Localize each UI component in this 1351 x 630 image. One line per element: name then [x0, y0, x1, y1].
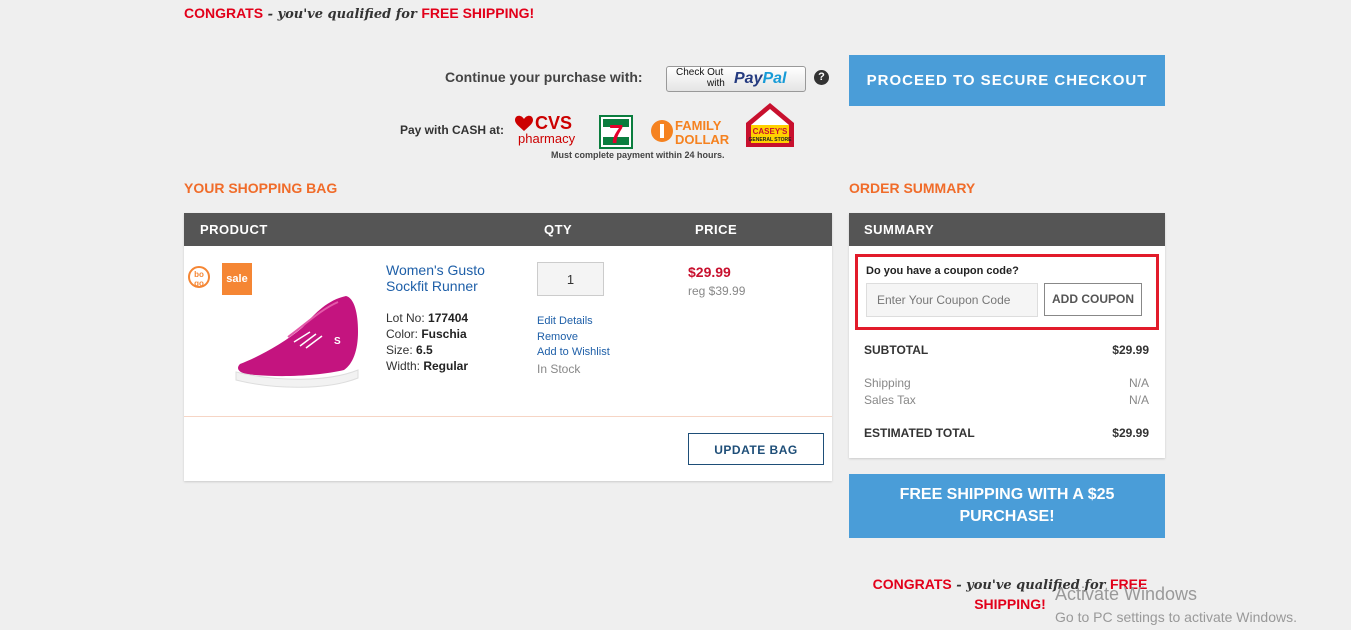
shipping-label: Shipping	[864, 376, 911, 390]
continue-purchase-label: Continue your purchase with:	[445, 69, 643, 85]
stock-status: In Stock	[537, 362, 581, 376]
product-size: Size: 6.5	[386, 343, 433, 357]
svg-text:7: 7	[609, 119, 623, 149]
sale-price: $29.99	[688, 264, 731, 280]
activate-windows-text: Go to PC settings to activate Windows.	[1055, 609, 1297, 625]
summary-header: SUMMARY	[849, 213, 1165, 246]
caseys-general-store-logo: CASEY'S GENERAL STORE	[746, 103, 794, 147]
family-dollar-logo: FAMILY DOLLAR	[651, 118, 730, 147]
coupon-code-input[interactable]	[866, 283, 1038, 317]
svg-text:CASEY'S: CASEY'S	[753, 127, 788, 136]
subtotal-label: SUBTOTAL	[864, 343, 929, 357]
free-shipping-line-2: PURCHASE!	[959, 508, 1055, 525]
free-shipping-line-1: FREE SHIPPING WITH A $25	[899, 486, 1115, 503]
coupon-question: Do you have a coupon code?	[866, 265, 1019, 277]
paypal-checkout-text: Check Out	[676, 67, 724, 78]
header-price: PRICE	[695, 222, 738, 237]
subtotal-value: $29.99	[1112, 343, 1149, 357]
bag-divider	[184, 416, 832, 417]
add-coupon-button[interactable]: ADD COUPON	[1044, 283, 1142, 316]
bag-table-header: PRODUCT QTY PRICE	[184, 213, 832, 246]
product-lot: Lot No: 177404	[386, 311, 469, 325]
product-image-shoe[interactable]: S	[228, 292, 362, 392]
svg-text:DOLLAR: DOLLAR	[675, 132, 730, 147]
svg-text:GENERAL STORE: GENERAL STORE	[749, 137, 793, 143]
svg-text:CVS: CVS	[535, 113, 572, 133]
header-product: PRODUCT	[200, 222, 268, 237]
paypal-with-text: with	[707, 78, 725, 89]
estimated-total-label: ESTIMATED TOTAL	[864, 426, 975, 440]
paypal-logo: PayPal	[734, 70, 787, 87]
promo-congrats: CONGRATS	[184, 5, 264, 21]
promo-banner-top: CONGRATS - you've qualified for FREE SHI…	[184, 5, 534, 22]
header-qty: QTY	[544, 222, 573, 237]
product-name-link[interactable]: Women's Gusto Sockfit Runner	[386, 262, 516, 294]
update-bag-button[interactable]: UPDATE BAG	[688, 433, 824, 465]
remove-link[interactable]: Remove	[537, 331, 578, 343]
estimated-total-value: $29.99	[1112, 426, 1149, 440]
product-color: Color: Fuschia	[386, 327, 467, 341]
svg-text:S: S	[334, 336, 341, 347]
activate-windows-title: Activate Windows	[1055, 584, 1198, 604]
promo-text: - you've qualified for	[263, 7, 422, 22]
bogo-icon: bo go	[188, 266, 210, 288]
summary-header-label: SUMMARY	[864, 222, 935, 237]
seven-eleven-logo: 7	[599, 115, 633, 149]
shipping-value: N/A	[1128, 376, 1149, 390]
sale-badge: sale	[222, 263, 252, 295]
svg-text:pharmacy: pharmacy	[518, 131, 576, 146]
cvs-pharmacy-logo: CVS pharmacy	[515, 113, 576, 146]
sales-tax-value: N/A	[1128, 393, 1149, 407]
sales-tax-label: Sales Tax	[864, 393, 916, 407]
paypal-checkout-button[interactable]: Check Out with PayPal	[666, 66, 806, 92]
proceed-to-checkout-button[interactable]: PROCEED TO SECURE CHECKOUT	[849, 55, 1165, 106]
edit-details-link[interactable]: Edit Details	[537, 315, 593, 327]
quantity-input[interactable]: 1	[537, 262, 604, 296]
add-to-wishlist-link[interactable]: Add to Wishlist	[537, 346, 610, 358]
promo-congrats-bottom: CONGRATS	[872, 576, 952, 592]
help-icon[interactable]: ?	[814, 70, 829, 85]
heart-icon	[515, 115, 533, 131]
order-summary-panel: SUMMARY	[849, 213, 1165, 458]
pay-with-cash-label: Pay with CASH at:	[400, 123, 505, 137]
order-summary-title: ORDER SUMMARY	[849, 180, 976, 196]
svg-text:FAMILY: FAMILY	[675, 118, 722, 133]
free-shipping-banner[interactable]: FREE SHIPPING WITH A $25 PURCHASE!	[849, 474, 1165, 538]
cash-payment-note: Must complete payment within 24 hours.	[551, 150, 725, 160]
shopping-bag-title: YOUR SHOPPING BAG	[184, 180, 338, 196]
promo-free-shipping: FREE SHIPPING!	[421, 5, 535, 21]
product-width: Width: Regular	[386, 359, 469, 373]
regular-price: reg $39.99	[688, 284, 746, 298]
